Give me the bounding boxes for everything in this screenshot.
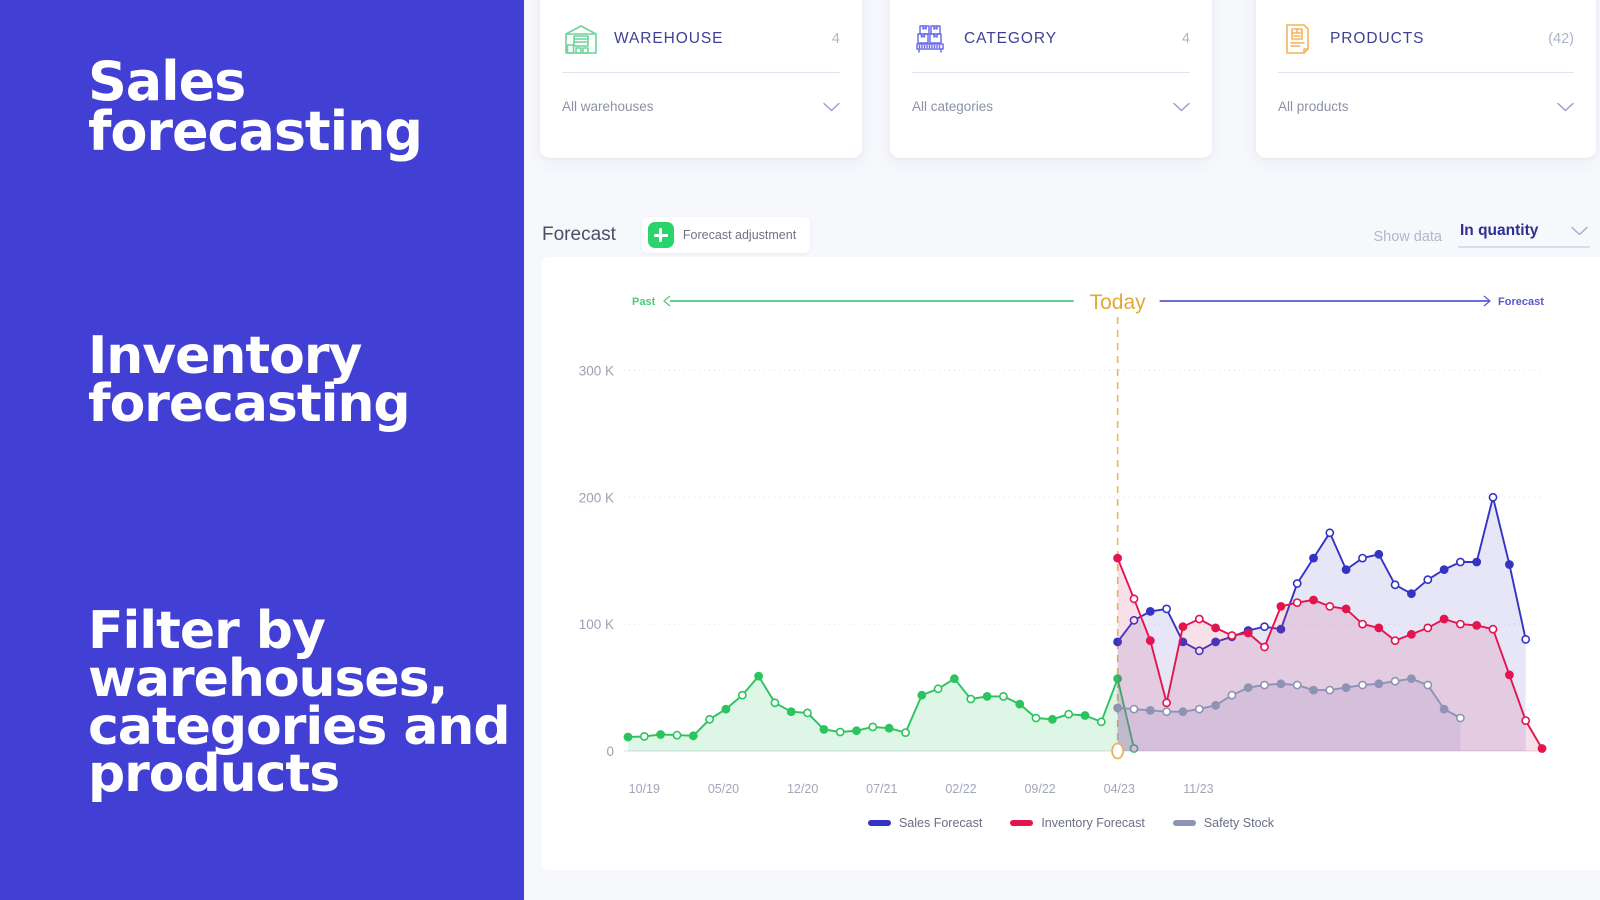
promo-heading-filter-by: Filter by warehouses, categories and pro…	[88, 601, 511, 805]
chevron-down-icon	[1557, 102, 1574, 111]
app-screen: Sales forecasting Inventory forecasting …	[0, 0, 1600, 900]
category-select[interactable]: All categories	[912, 99, 1190, 114]
chart-series-past-sales	[623, 671, 1139, 753]
x-axis-tick-label: 05/20	[708, 782, 739, 796]
y-axis-tick-label: 300 K	[579, 363, 614, 378]
forecast-chart-panel: 0 100 K 200 K 300 K 10/19 05/20 12/20 07/21 02/2…	[542, 257, 1600, 870]
x-axis-tick-label: 10/19	[629, 782, 660, 796]
legend-item[interactable]: Sales Forecast	[867, 816, 983, 830]
chevron-down-icon	[1173, 102, 1190, 111]
forecast-adjustment-label: Forecast adjustment	[682, 228, 797, 242]
forecast-chart: 0 100 K 200 K 300 K 10/19 05/20 12/20 07/21 02/2…	[579, 291, 1547, 796]
legend-item[interactable]: Safety Stock	[1172, 816, 1275, 830]
legend-item[interactable]: Inventory Forecast	[1010, 816, 1145, 830]
app-main: WAREHOUSE 4 All warehouses CATEGORY 4 Al…	[524, 0, 1600, 900]
forecast-title: Forecast	[542, 224, 616, 245]
promo-heading-sales-forecasting: Sales forecasting	[88, 50, 423, 163]
filter-card-products-header: PRODUCTS (42)	[1278, 20, 1574, 73]
x-axis-tick-label: 12/20	[787, 782, 818, 796]
filter-card-warehouse-title: WAREHOUSE	[614, 30, 724, 47]
legend-swatch	[867, 820, 891, 826]
y-axis-tick-label: 100 K	[579, 617, 614, 632]
warehouse-icon	[565, 25, 597, 54]
filter-card-products-count: (42)	[1548, 31, 1574, 47]
legend-label: Inventory Forecast	[1041, 816, 1145, 830]
toolbar-right-group: Show data In quantity	[1373, 222, 1600, 248]
y-axis-tick-label: 200 K	[579, 490, 614, 505]
legend-swatch	[1172, 820, 1196, 826]
forecast-adjustment-button[interactable]: Forecast adjustment	[641, 217, 811, 253]
x-axis-tick-label: 07/21	[866, 782, 897, 796]
show-data-label: Show data	[1373, 229, 1442, 245]
filter-card-warehouse[interactable]: WAREHOUSE 4 All warehouses	[540, 0, 862, 158]
chevron-down-icon	[1571, 226, 1588, 236]
products-select[interactable]: All products	[1278, 99, 1574, 114]
chart-canvas: 0 100 K 200 K 300 K 10/19 05/20 12/20 07/21 02/2…	[542, 257, 1600, 870]
filter-cards-row: WAREHOUSE 4 All warehouses CATEGORY 4 Al…	[540, 0, 1600, 158]
chart-past-label: Past	[632, 296, 656, 308]
warehouse-select-value: All warehouses	[562, 99, 654, 114]
filter-card-products[interactable]: PRODUCTS (42) All products	[1256, 0, 1596, 158]
unit-select-value: In quantity	[1460, 222, 1539, 239]
document-icon	[1286, 24, 1309, 54]
filter-card-category-header: CATEGORY 4	[912, 20, 1190, 73]
x-axis-tick-label: 11/23	[1183, 782, 1213, 796]
x-axis-tick-label: 04/23	[1104, 782, 1135, 796]
warehouse-select[interactable]: All warehouses	[562, 99, 840, 114]
x-axis-tick-label: 09/22	[1024, 782, 1055, 796]
filter-card-warehouse-header: WAREHOUSE 4	[562, 20, 840, 73]
boxes-icon	[916, 25, 944, 53]
forecast-toolbar: Forecast Forecast adjustment Show data I…	[542, 213, 1600, 257]
chart-forecast-label: Forecast	[1498, 296, 1544, 308]
unit-select[interactable]: In quantity	[1458, 222, 1590, 248]
plus-icon	[647, 222, 674, 248]
chevron-down-icon	[823, 102, 840, 111]
chart-legend: Sales Forecast Inventory Forecast Safety S…	[542, 816, 1600, 830]
y-axis-tick-label: 0	[606, 744, 614, 759]
promo-heading-inventory-forecasting: Inventory forecasting	[88, 326, 411, 434]
category-select-value: All categories	[912, 99, 994, 114]
legend-label: Safety Stock	[1203, 816, 1275, 830]
filter-card-category-title: CATEGORY	[964, 30, 1057, 47]
filter-card-category-count: 4	[1181, 31, 1190, 47]
products-select-value: All products	[1278, 99, 1349, 114]
filter-card-category[interactable]: CATEGORY 4 All categories	[890, 0, 1212, 158]
promo-panel: Sales forecasting Inventory forecasting …	[0, 0, 524, 900]
x-axis-tick-label: 02/22	[945, 782, 976, 796]
legend-label: Sales Forecast	[898, 816, 983, 830]
chart-today-label: Today	[1090, 291, 1147, 314]
legend-swatch	[1010, 820, 1034, 826]
filter-card-products-title: PRODUCTS	[1330, 30, 1425, 47]
filter-card-warehouse-count: 4	[831, 31, 840, 47]
